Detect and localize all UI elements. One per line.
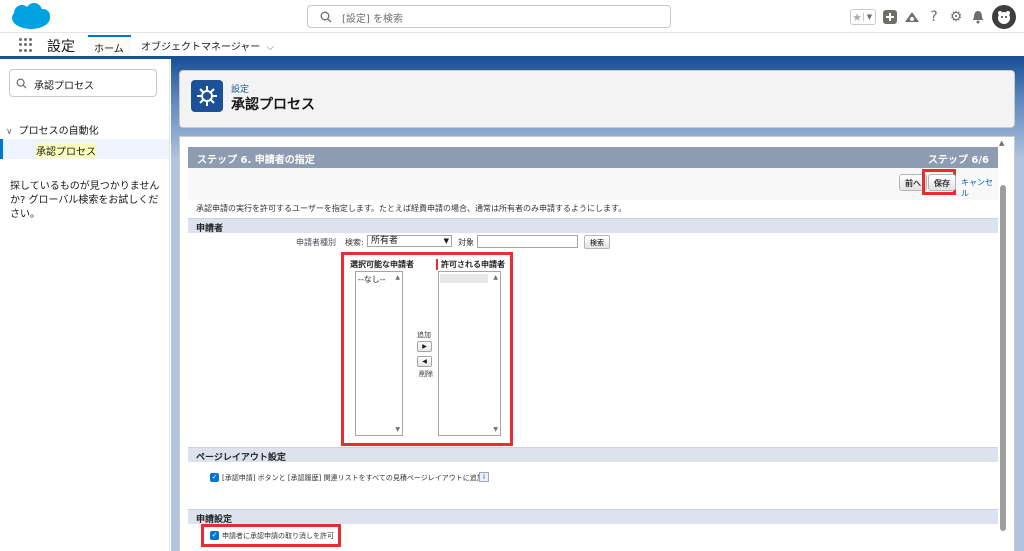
add-label: 追加 xyxy=(417,331,431,339)
submitter-type-select[interactable]: 所有者 ▼ xyxy=(367,235,452,247)
allow-recall-checkbox[interactable]: ✓ xyxy=(210,531,219,540)
setup-sidebar: 承認プロセス ∨ プロセスの自動化 承認プロセス 探しているものが見つかりませんか… xyxy=(0,59,170,551)
salesforce-logo-icon[interactable] xyxy=(10,3,52,31)
available-submitters-list[interactable]: --なし-- ▲ ▼ xyxy=(355,271,403,436)
allowed-submitters-list[interactable]: ▲ ▼ xyxy=(438,271,501,436)
button-row: 前へ 保存 キャンセル xyxy=(188,168,998,200)
section-header-submitters: 申請者 xyxy=(188,218,998,234)
tab-object-manager-label: オブジェクトマネージャー xyxy=(141,42,261,53)
cancel-link[interactable]: キャンセル xyxy=(961,177,998,199)
tree-group-label: プロセスの自動化 xyxy=(18,126,99,137)
scrollbar[interactable]: ▲ xyxy=(998,139,1008,549)
global-search-input[interactable]: [設定] を検索 xyxy=(307,5,671,28)
page-header: 設定 承認プロセス xyxy=(179,70,1015,128)
search-text-field[interactable] xyxy=(477,235,578,248)
add-to-layouts-checkbox[interactable]: ✓ xyxy=(210,473,219,482)
step-header: ステップ 6. 申請者の指定 ステップ 6/6 xyxy=(188,147,998,168)
remove-label: 削除 xyxy=(419,370,433,378)
chevron-down-icon[interactable]: ⌵ xyxy=(266,42,274,53)
star-icon: ★ xyxy=(852,10,862,24)
add-to-layouts-label: [承認申請] ボタンと [承認履歴] 関連リストをすべての見積ページレイアウトに… xyxy=(222,474,484,482)
quick-find-input[interactable]: 承認プロセス xyxy=(9,69,157,97)
step-counter: ステップ 6/6 xyxy=(927,155,989,166)
search-icon xyxy=(16,78,27,89)
tree-item-approval-processes[interactable]: 承認プロセス xyxy=(0,139,169,159)
allowed-submitters-label: 許可される申請者 xyxy=(436,259,505,270)
quick-find-value: 承認プロセス xyxy=(34,81,94,92)
global-header: [設定] を検索 ★ ▼ ? ⚙ xyxy=(0,0,1024,33)
chevron-down-icon[interactable]: ▼ xyxy=(863,13,875,21)
approval-process-icon xyxy=(191,80,223,112)
scroll-down-icon[interactable]: ▼ xyxy=(395,426,400,433)
tree-group-process-automation[interactable]: ∨ プロセスの自動化 xyxy=(6,122,99,137)
info-icon[interactable]: i xyxy=(479,472,489,482)
step-title: ステップ 6. 申請者の指定 xyxy=(197,155,315,166)
find-button[interactable]: 検索 xyxy=(584,235,610,249)
allow-recall-label: 申請者に承認申請の取り消しを許可 xyxy=(222,532,334,540)
help-icon[interactable]: ? xyxy=(926,9,942,25)
save-button[interactable]: 保存 xyxy=(928,174,956,191)
remove-arrow-button[interactable]: ◀ xyxy=(417,356,432,367)
app-navigation-bar: 設定 ホーム オブジェクトマネージャー ⌵ xyxy=(0,33,1024,59)
page-title: 承認プロセス xyxy=(231,97,315,113)
bell-icon[interactable] xyxy=(970,9,986,25)
app-launcher-icon[interactable] xyxy=(19,38,33,52)
global-actions-icon[interactable] xyxy=(882,9,898,25)
available-submitters-label: 選択可能な申請者 xyxy=(350,260,414,269)
scroll-up-icon[interactable]: ▲ xyxy=(395,274,400,281)
tab-object-manager[interactable]: オブジェクトマネージャー ⌵ xyxy=(135,35,280,56)
chevron-down-icon[interactable]: ∨ xyxy=(6,127,13,137)
section-header-page-layout: ページレイアウト設定 xyxy=(188,447,998,463)
search-label: 検索: xyxy=(345,238,364,247)
tree-item-label: 承認プロセス xyxy=(36,143,96,158)
search-icon xyxy=(320,11,332,23)
section-header-submission-settings: 申請設定 xyxy=(188,509,998,525)
app-name: 設定 xyxy=(47,39,75,55)
scroll-down-icon[interactable]: ▼ xyxy=(493,426,498,433)
content-frame: ▲ ステップ 6. 申請者の指定 ステップ 6/6 前へ 保存 キャンセル 承認… xyxy=(179,136,1015,551)
step-description: 承認申請の実行を許可するユーザーを指定します。たとえば経費申請の場合、通常は所有… xyxy=(196,204,627,213)
user-avatar[interactable] xyxy=(992,5,1016,29)
for-label: 対象 xyxy=(458,238,474,247)
selected-row[interactable] xyxy=(440,274,488,283)
not-found-hint: 探しているものが見つかりませんか? グローバル検索をお試しください。 xyxy=(10,181,160,220)
scrollbar-thumb[interactable] xyxy=(1000,185,1006,531)
approval-step-form: ステップ 6. 申請者の指定 ステップ 6/6 前へ 保存 キャンセル 承認申請… xyxy=(188,147,998,551)
search-placeholder: [設定] を検索 xyxy=(342,14,403,25)
tab-home[interactable]: ホーム xyxy=(88,35,131,56)
list-item[interactable]: --なし-- xyxy=(358,274,386,285)
submitter-type-label: 申請者種別 xyxy=(296,238,336,247)
add-arrow-button[interactable]: ▶ xyxy=(417,341,432,352)
gear-icon[interactable]: ⚙ xyxy=(948,9,964,25)
chevron-down-icon: ▼ xyxy=(443,237,449,245)
scroll-up-icon[interactable]: ▲ xyxy=(999,139,1004,147)
trailhead-icon[interactable] xyxy=(904,9,920,25)
submitter-type-value: 所有者 xyxy=(371,236,399,246)
scroll-up-icon[interactable]: ▲ xyxy=(493,274,498,281)
favorites-button[interactable]: ★ ▼ xyxy=(850,9,876,25)
